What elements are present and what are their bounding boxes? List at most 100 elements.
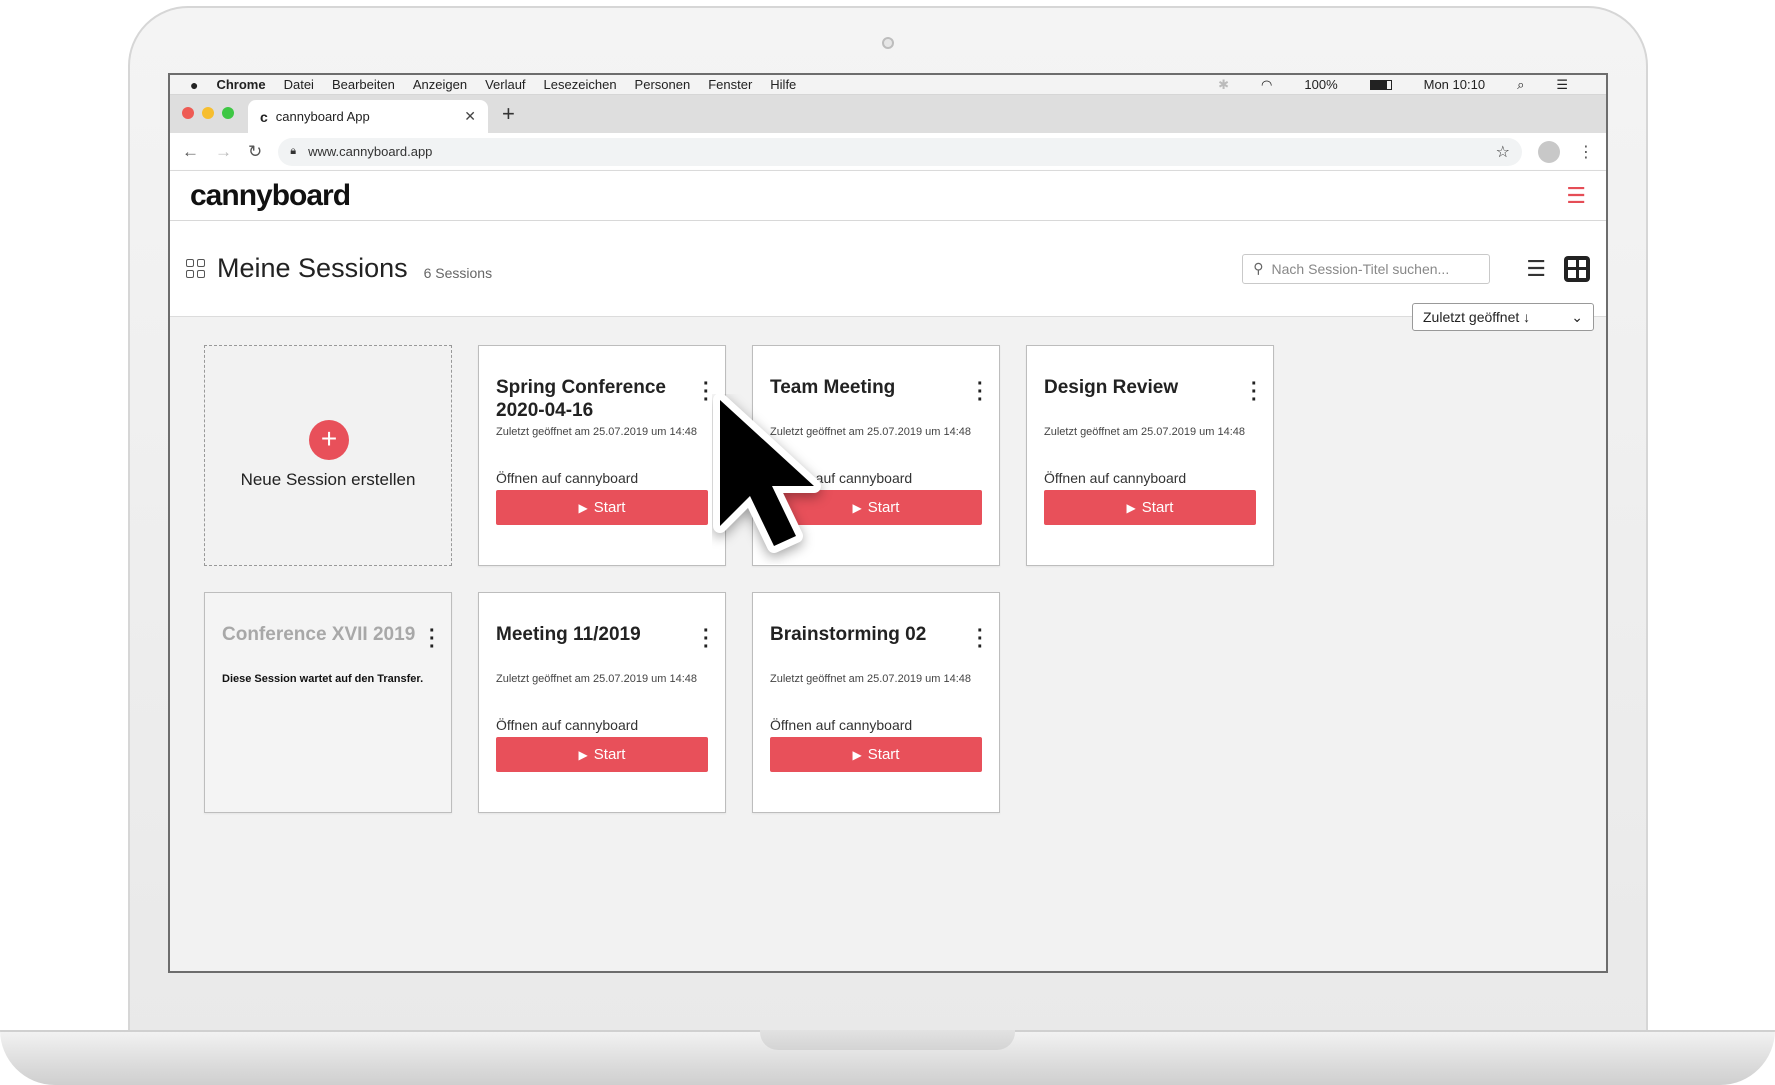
mouse-pointer-icon — [713, 394, 821, 553]
start-label: Start — [593, 746, 626, 763]
card-menu-icon[interactable]: · · · — [703, 374, 710, 410]
wifi-icon[interactable]: ◠ — [1261, 77, 1272, 93]
app-header: cannyboard ☰ — [170, 171, 1606, 221]
menu-fenster[interactable]: Fenster — [708, 77, 752, 92]
new-session-label: Neue Session erstellen — [240, 470, 416, 489]
browser-tab[interactable]: c cannyboard App ✕ — [248, 100, 488, 133]
card-menu-icon[interactable]: · · · — [977, 621, 984, 657]
session-title: Meeting 11/2019 — [496, 624, 641, 645]
menubar-status: ✱ ◠ 100% Mon 10:10 ⌕ ☰ — [1218, 77, 1606, 93]
session-open-label: Öffnen auf cannyboard — [1044, 470, 1187, 486]
card-menu-icon[interactable]: · · · — [977, 374, 984, 410]
session-card[interactable]: Design Review · · · Zuletzt geöffnet am 25… — [1026, 345, 1274, 566]
favicon-icon: c — [260, 108, 268, 125]
session-open-label: Öffnen auf cannyboard — [496, 717, 639, 733]
sessions-header: Meine Sessions 6 Sessions ⚲ Nach Session… — [170, 221, 1606, 317]
session-card[interactable]: Brainstorming 02 · · · Zuletzt geöffnet am… — [752, 592, 1000, 813]
notification-center-icon[interactable]: ☰ — [1556, 77, 1568, 93]
session-last-opened: Zuletzt geöffnet am 25.07.2019 um 14:48 — [1044, 426, 1245, 438]
start-label: Start — [593, 499, 626, 516]
address-bar-row: ← → ↻ 🔒︎ www.cannyboard.app ☆ ⋮ — [170, 133, 1606, 171]
profile-avatar[interactable] — [1538, 140, 1560, 163]
session-last-opened: Zuletzt geöffnet am 25.07.2019 um 14:48 — [770, 673, 971, 685]
url-field[interactable]: 🔒︎ www.cannyboard.app ☆ — [278, 137, 1522, 166]
menu-bearbeiten[interactable]: Bearbeiten — [332, 77, 395, 92]
menubar-app[interactable]: Chrome — [216, 77, 265, 92]
menu-personen[interactable]: Personen — [635, 77, 691, 92]
card-menu-icon[interactable]: · · · — [429, 621, 436, 657]
list-view-icon[interactable]: ☰ — [1526, 256, 1546, 282]
laptop-notch — [760, 1030, 1015, 1050]
transfer-wait-notice: Diese Session wartet auf den Transfer. — [222, 673, 424, 685]
tab-title: cannyboard App — [275, 109, 370, 124]
card-menu-icon[interactable]: · · · — [703, 621, 710, 657]
new-session-card[interactable]: + Neue Session erstellen — [204, 345, 452, 566]
sessions-grid-icon — [186, 259, 205, 278]
session-card[interactable]: Spring Conference 2020-04-16 · · · Zuletzt… — [478, 345, 726, 566]
play-icon: ▶ — [578, 747, 588, 762]
search-input[interactable]: ⚲ Nach Session-Titel suchen... — [1242, 253, 1491, 284]
bookmark-star-icon[interactable]: ☆ — [1496, 142, 1510, 162]
session-card[interactable]: Meeting 11/2019 · · · Zuletzt geöffnet am … — [478, 592, 726, 813]
sort-dropdown[interactable]: Zuletzt geöffnet ↓ ⌄ — [1412, 303, 1594, 331]
battery-percent: 100% — [1304, 77, 1338, 92]
start-label: Start — [1141, 499, 1174, 516]
sort-label: Zuletzt geöffnet ↓ — [1423, 309, 1531, 325]
menu-anzeigen[interactable]: Anzeigen — [413, 77, 467, 92]
session-open-label: Öffnen auf cannyboard — [496, 470, 639, 486]
start-button[interactable]: ▶ Start — [770, 737, 982, 772]
bluetooth-icon[interactable]: ✱ — [1218, 77, 1229, 93]
start-label: Start — [867, 746, 900, 763]
start-button[interactable]: ▶ Start — [496, 490, 708, 525]
play-icon: ▶ — [852, 747, 862, 762]
spotlight-icon[interactable]: ⌕ — [1517, 77, 1524, 93]
play-icon: ▶ — [578, 500, 588, 515]
close-window-button[interactable] — [182, 107, 194, 119]
session-last-opened: Zuletzt geöffnet am 25.07.2019 um 14:48 — [496, 426, 697, 438]
browser-tabbar: c cannyboard App ✕ + — [170, 95, 1606, 133]
camera — [882, 37, 894, 49]
session-open-label: Öffnen auf cannyboard — [770, 717, 913, 733]
minimize-window-button[interactable] — [202, 107, 214, 119]
pending-session-card[interactable]: Conference XVII 2019 · · · Diese Session w… — [204, 592, 452, 813]
session-count: 6 Sessions — [423, 264, 493, 281]
start-button[interactable]: ▶ Start — [496, 737, 708, 772]
close-tab-icon[interactable]: ✕ — [464, 108, 476, 125]
start-label: Start — [867, 499, 900, 516]
session-title: Brainstorming 02 — [770, 624, 927, 645]
session-title: Conference XVII 2019 — [222, 624, 416, 645]
browser-menu-icon[interactable]: ⋮ — [1578, 142, 1594, 162]
start-button[interactable]: ▶ Start — [1044, 490, 1256, 525]
menu-hilfe[interactable]: Hilfe — [770, 77, 796, 92]
clock[interactable]: Mon 10:10 — [1424, 77, 1485, 92]
back-icon[interactable]: ← — [182, 142, 199, 162]
mac-menubar: ● Chrome Datei Bearbeiten Anzeigen Verla… — [170, 75, 1606, 95]
lock-icon: 🔒︎ — [290, 145, 297, 157]
session-last-opened: Zuletzt geöffnet am 25.07.2019 um 14:48 — [496, 673, 697, 685]
session-title: Design Review — [1044, 377, 1179, 398]
window-controls — [182, 107, 234, 119]
menu-datei[interactable]: Datei — [284, 77, 314, 92]
search-icon: ⚲ — [1253, 260, 1264, 276]
chevron-down-icon: ⌄ — [1571, 308, 1583, 325]
reload-icon[interactable]: ↻ — [248, 142, 262, 162]
maximize-window-button[interactable] — [222, 107, 234, 119]
url-text: www.cannyboard.app — [308, 144, 433, 159]
menu-verlauf[interactable]: Verlauf — [485, 77, 525, 92]
apple-icon[interactable]: ● — [190, 77, 198, 93]
battery-icon[interactable] — [1369, 79, 1392, 90]
forward-icon[interactable]: → — [215, 142, 232, 162]
grid-view-icon[interactable] — [1564, 255, 1590, 282]
hamburger-icon[interactable]: ☰ — [1566, 183, 1586, 209]
session-title: Spring Conference 2020-04-16 — [496, 377, 666, 421]
play-icon: ▶ — [1126, 500, 1136, 515]
screen: ● Chrome Datei Bearbeiten Anzeigen Verla… — [168, 73, 1608, 973]
search-placeholder: Nach Session-Titel suchen... — [1271, 260, 1450, 277]
page-title: Meine Sessions — [217, 253, 408, 283]
new-tab-button[interactable]: + — [502, 101, 515, 127]
card-menu-icon[interactable]: · · · — [1251, 374, 1258, 410]
browser-actions: ⋮ — [1538, 140, 1594, 163]
menu-lesezeichen[interactable]: Lesezeichen — [544, 77, 617, 92]
cannyboard-logo[interactable]: cannyboard — [190, 179, 351, 213]
plus-icon[interactable]: + — [309, 420, 349, 460]
